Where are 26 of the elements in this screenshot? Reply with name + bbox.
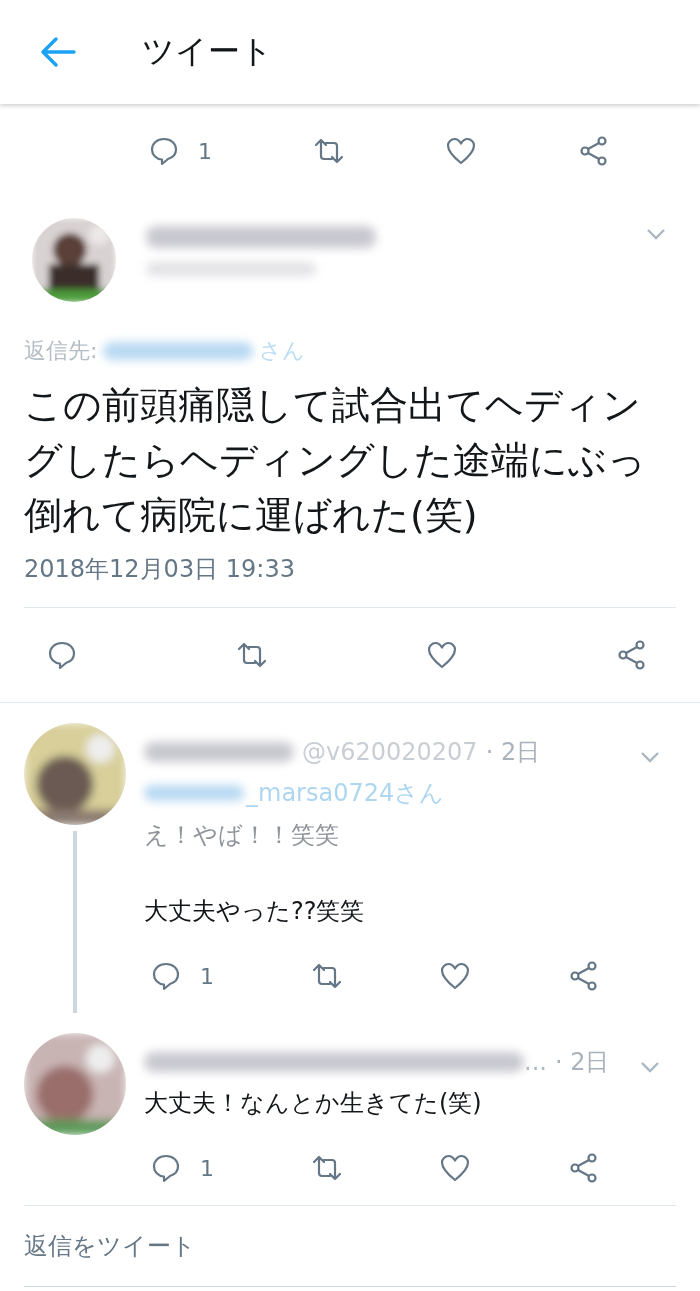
reply-icon[interactable] (46, 639, 78, 671)
user-handle: ... (524, 1048, 547, 1076)
reply-to-user: _marsa0724さん (246, 778, 445, 809)
heart-icon[interactable] (439, 1152, 472, 1184)
tweet-text: 大丈夫やった??笑笑 (144, 896, 366, 927)
tweet-text: 倒れて病院に運ばれた(笑) (24, 492, 479, 539)
reply-icon[interactable] (150, 1152, 182, 1184)
reply-count: 1 (200, 963, 214, 989)
tweet-time: · 2日 (485, 737, 542, 768)
reply-input-field[interactable]: 返信をツイート (24, 1232, 676, 1260)
reply-icon[interactable] (150, 960, 182, 992)
reply-to-suffix: さん (259, 337, 306, 365)
tweet-text: この前頭痛隠して試合出てヘディン (24, 382, 642, 429)
timestamp: 2018年12月03日 19:33 (24, 553, 676, 608)
heart-icon[interactable] (445, 135, 478, 167)
reply-icon[interactable] (148, 135, 180, 167)
tweet-time: · 2日 (554, 1047, 611, 1078)
heart-icon[interactable] (426, 639, 458, 671)
tweet-text: え！やば！！笑笑 (144, 820, 340, 851)
screen-title: ツイート (142, 31, 273, 72)
tweet-text: グしたらヘディングした途端にぶっ (24, 437, 647, 484)
heart-icon[interactable] (439, 960, 472, 992)
tweet-text: 大丈夫！なんとか生きてた(笑) (144, 1088, 483, 1119)
reply-to-label: 返信先: (24, 337, 98, 365)
reply-count: 1 (200, 1155, 214, 1181)
reply-count: 1 (198, 138, 212, 164)
